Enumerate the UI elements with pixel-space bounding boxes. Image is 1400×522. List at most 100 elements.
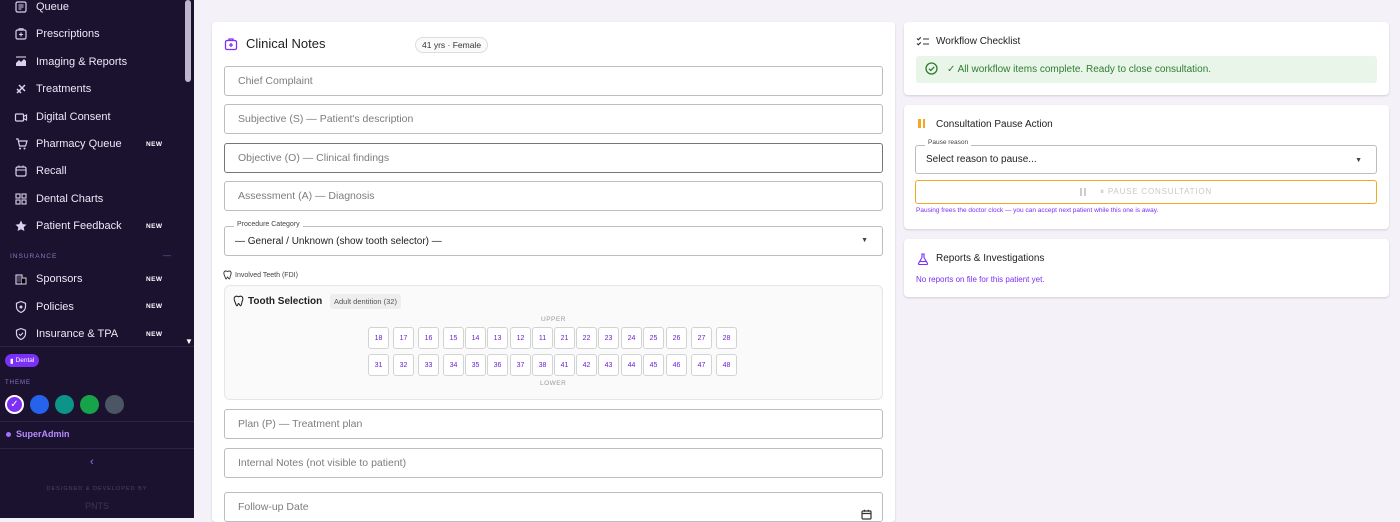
tooth-37-button[interactable]: 37 [510, 354, 531, 376]
sidebar-item-treatments[interactable]: Treatments [14, 79, 91, 99]
building-icon [14, 272, 28, 286]
tooth-32-button[interactable]: 32 [393, 354, 414, 376]
tooth-18-button[interactable]: 18 [368, 327, 389, 349]
objective-field[interactable]: Objective (O) — Clinical findings [224, 143, 883, 173]
scroll-down-arrow-icon[interactable]: ▼ [185, 337, 193, 346]
sidebar-item-label: Sponsors [36, 273, 83, 285]
theme-swatch[interactable] [30, 395, 49, 414]
imaging-icon [14, 55, 28, 69]
upper-arch-label: UPPER [541, 316, 566, 323]
dentition-badge: Adult dentition (32) [330, 294, 401, 309]
tooth-41-button[interactable]: 41 [554, 354, 575, 376]
tooth-35-button[interactable]: 35 [465, 354, 486, 376]
grid-icon [14, 192, 28, 206]
tooth-24-button[interactable]: 24 [621, 327, 642, 349]
tooth-46-button[interactable]: 46 [666, 354, 687, 376]
sidebar-item-prescriptions[interactable]: Prescriptions [14, 24, 100, 44]
consultation-pause-title: Consultation Pause Action [936, 119, 1053, 130]
tooth-23-button[interactable]: 23 [598, 327, 619, 349]
prescription-icon [14, 27, 28, 41]
involved-teeth-row: Involved Teeth (FDI) [223, 270, 298, 280]
tooth-17-button[interactable]: 17 [393, 327, 414, 349]
sidebar-item-sponsors[interactable]: Sponsors NEW [14, 269, 162, 289]
tooth-34-button[interactable]: 34 [443, 354, 464, 376]
tooth-44-button[interactable]: 44 [621, 354, 642, 376]
tooth-26-button[interactable]: 26 [666, 327, 687, 349]
tooth-38-button[interactable]: 38 [532, 354, 553, 376]
tooth-48-button[interactable]: 48 [716, 354, 737, 376]
section-collapse-toggle[interactable]: — [163, 251, 171, 260]
dental-badge-label: Dental [15, 357, 35, 364]
sidebar-item-queue[interactable]: Queue [14, 0, 69, 17]
tooth-31-button[interactable]: 31 [368, 354, 389, 376]
tooth-36-button[interactable]: 36 [487, 354, 508, 376]
theme-swatch[interactable]: ✓ [5, 395, 24, 414]
sidebar-item-digital-consent[interactable]: Digital Consent [14, 107, 111, 127]
dropdown-arrow-icon: ▼ [1355, 157, 1362, 164]
sidebar-item-label: Digital Consent [36, 110, 111, 123]
user-role[interactable]: SuperAdmin [6, 429, 70, 439]
checklist-icon [916, 36, 929, 47]
tooth-13-button[interactable]: 13 [487, 327, 508, 349]
sidebar-item-pharmacy-queue[interactable]: Pharmacy Queue NEW [14, 134, 162, 154]
theme-label: THEME [5, 380, 31, 386]
theme-swatch[interactable] [105, 395, 124, 414]
sidebar-item-imaging-reports[interactable]: Imaging & Reports [14, 52, 127, 72]
sidebar-item-label: Imaging & Reports [36, 55, 128, 68]
lower-arch-label: LOWER [540, 380, 567, 387]
tooth-43-button[interactable]: 43 [598, 354, 619, 376]
tooth-11-button[interactable]: 11 [532, 327, 553, 349]
dropdown-arrow-icon: ▼ [861, 237, 868, 244]
sidebar-item-policies[interactable]: Policies NEW [14, 297, 162, 317]
treatment-icon [14, 82, 28, 96]
sidebar-item-label: Insurance & TPA [36, 328, 119, 340]
internal-notes-field[interactable]: Internal Notes (not visible to patient) [224, 448, 883, 478]
reports-title: Reports & Investigations [936, 253, 1045, 264]
tooth-27-button[interactable]: 27 [691, 327, 712, 349]
clinical-notes-title: Clinical Notes [246, 36, 326, 51]
tooth-45-button[interactable]: 45 [643, 354, 664, 376]
sidebar-item-recall[interactable]: Recall [14, 161, 67, 181]
tooth-12-button[interactable]: 12 [510, 327, 531, 349]
tooth-42-button[interactable]: 42 [576, 354, 597, 376]
plan-field[interactable]: Plan (P) — Treatment plan [224, 409, 883, 439]
pause-reason-select[interactable]: Select reason to pause... ▼ [915, 145, 1377, 174]
shield-icon [14, 300, 28, 314]
pause-consultation-button[interactable]: ⏸ PAUSE CONSULTATION [915, 180, 1377, 204]
recall-icon [14, 164, 28, 178]
sidebar-item-insurance-tpa[interactable]: Insurance & TPA NEW [14, 324, 162, 344]
sidebar-item-label: Policies [36, 300, 74, 313]
theme-swatch[interactable] [55, 395, 74, 414]
sidebar-item-dental-charts[interactable]: Dental Charts [14, 189, 103, 209]
theme-swatch[interactable] [80, 395, 99, 414]
collapse-sidebar-button[interactable]: ‹ [90, 456, 94, 468]
pause-reason-value: Select reason to pause... [926, 154, 1037, 165]
reports-empty-message: No reports on file for this patient yet. [916, 275, 1045, 284]
tooth-28-button[interactable]: 28 [716, 327, 737, 349]
sidebar-item-label: Recall [36, 165, 67, 178]
reports-card [904, 239, 1389, 297]
chief-complaint-field[interactable]: Chief Complaint [224, 66, 883, 96]
tooth-14-button[interactable]: 14 [465, 327, 486, 349]
tooth-21-button[interactable]: 21 [554, 327, 575, 349]
sidebar-scrollbar[interactable] [185, 0, 191, 82]
new-badge: NEW [146, 222, 163, 230]
star-icon [14, 219, 28, 233]
shield-check-icon [14, 327, 28, 341]
tooth-25-button[interactable]: 25 [643, 327, 664, 349]
new-badge: NEW [146, 275, 163, 283]
tooth-22-button[interactable]: 22 [576, 327, 597, 349]
sidebar-item-patient-feedback[interactable]: Patient Feedback NEW [14, 216, 162, 236]
pharmacy-icon [14, 137, 28, 151]
procedure-category-select[interactable]: — General / Unknown (show tooth selector… [224, 226, 883, 256]
subjective-field[interactable]: Subjective (S) — Patient's description [224, 104, 883, 134]
assessment-field[interactable]: Assessment (A) — Diagnosis [224, 181, 883, 211]
tooth-33-button[interactable]: 33 [418, 354, 439, 376]
tooth-15-button[interactable]: 15 [443, 327, 464, 349]
calendar-icon[interactable] [861, 509, 872, 520]
sidebar-item-label: Pharmacy Queue [36, 138, 122, 150]
tooth-16-button[interactable]: 16 [418, 327, 439, 349]
check-icon: ✓ [10, 399, 19, 410]
tooth-47-button[interactable]: 47 [691, 354, 712, 376]
sidebar-item-label: Patient Feedback [36, 220, 122, 233]
